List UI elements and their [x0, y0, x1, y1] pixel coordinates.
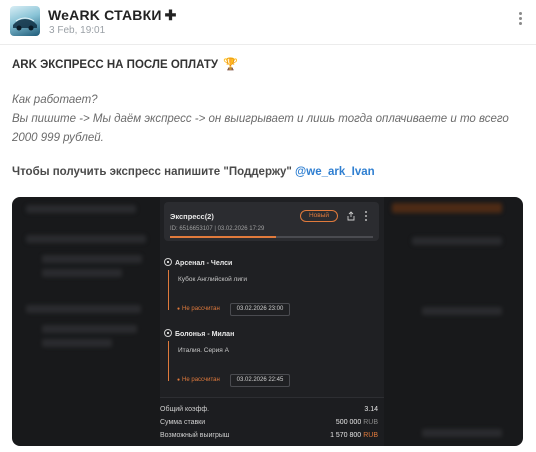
post-explanation: Вы пишите -> Мы даём экспресс -> он выиг… — [12, 113, 509, 144]
odds-value: 3.14 — [364, 406, 378, 413]
channel-post: WeARK СТАВКИ ✚ 3 Feb, 19:01 ARK ЭКСПРЕСС … — [0, 0, 536, 452]
channel-name-text: WeARK СТАВКИ — [48, 7, 162, 23]
post-date: 3 Feb, 19:01 — [49, 25, 106, 36]
match-league: Италия. Серия А — [178, 347, 229, 354]
match-teams: Болонья - Милан — [164, 329, 234, 338]
more-options-icon[interactable] — [514, 10, 526, 30]
win-row: Возможный выигрыш 1 570 800 RUB — [160, 432, 384, 444]
post-header: WeARK СТАВКИ ✚ 3 Feb, 19:01 — [10, 6, 526, 40]
win-value: 1 570 800 RUB — [330, 432, 378, 439]
bet-slip-title: Экспресс(2) — [170, 212, 214, 221]
bet-summary: Общий коэфф. 3.14 Сумма ставки 500 000 RU… — [160, 397, 384, 446]
match-status: Не рассчитан — [177, 377, 220, 383]
odds-label: Общий коэфф. — [160, 406, 210, 413]
stake-currency: RUB — [363, 419, 378, 426]
bet-screenshot[interactable]: Экспресс(2) ID: 6516653107 | 03.02.2026 … — [12, 197, 523, 446]
channel-avatar[interactable] — [10, 6, 40, 36]
match-league: Кубок Английской лиги — [178, 276, 247, 283]
status-badge: Новый — [300, 210, 338, 222]
match-timeline — [168, 341, 169, 381]
header-divider — [0, 44, 536, 45]
post-question: Как работает? — [12, 94, 98, 106]
support-link[interactable]: @we_ark_Ivan — [295, 166, 375, 178]
stake-row: Сумма ставки 500 000 RUB — [160, 419, 384, 431]
match-time: 03.02.2026 22:45 — [230, 374, 290, 387]
cross-icon: ✚ — [164, 7, 177, 23]
match-timeline — [168, 270, 169, 310]
bet-slip-panel: Экспресс(2) ID: 6516653107 | 03.02.2026 … — [160, 197, 384, 446]
bet-progress-fill — [170, 236, 276, 238]
share-icon[interactable] — [346, 211, 356, 221]
win-currency: RUB — [363, 432, 378, 439]
post-cta: Чтобы получить экспресс напишите "Поддер… — [12, 163, 528, 182]
bet-slip-card: Экспресс(2) ID: 6516653107 | 03.02.2026 … — [164, 202, 379, 241]
card-more-icon[interactable] — [363, 210, 369, 222]
odds-row: Общий коэфф. 3.14 — [160, 406, 384, 418]
match-status: Не рассчитан — [177, 306, 220, 312]
football-icon — [164, 329, 172, 337]
post-explanation-block: Как работает? Вы пишите -> Мы даём экспр… — [12, 91, 528, 148]
football-icon — [164, 258, 172, 266]
stake-value: 500 000 RUB — [335, 419, 378, 426]
trophy-icon: 🏆 — [223, 57, 239, 71]
bet-slip-id: ID: 6516653107 | 03.02.2026 17:29 — [170, 226, 265, 232]
win-label: Возможный выигрыш — [160, 432, 230, 439]
cta-text: Чтобы получить экспресс напишите "Поддер… — [12, 166, 292, 178]
car-logo-icon — [13, 17, 37, 31]
match-teams: Арсенал - Челси — [164, 258, 232, 267]
channel-name[interactable]: WeARK СТАВКИ ✚ — [48, 7, 177, 24]
bet-progress-bar — [170, 236, 373, 238]
post-heading-text: ARK ЭКСПРЕСС НА ПОСЛЕ ОПЛАТУ — [12, 59, 219, 71]
post-heading: ARK ЭКСПРЕСС НА ПОСЛЕ ОПЛАТУ 🏆 — [12, 55, 528, 75]
match-time: 03.02.2026 23:00 — [230, 303, 290, 316]
stake-label: Сумма ставки — [160, 419, 206, 426]
